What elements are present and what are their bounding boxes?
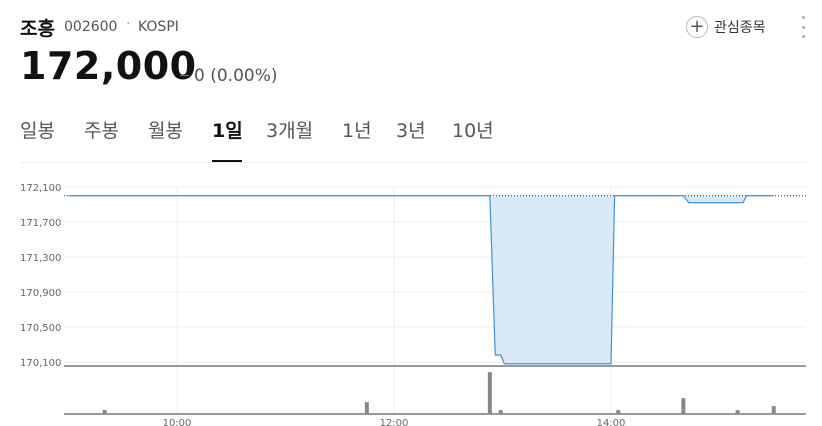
market-label: KOSPI bbox=[138, 19, 179, 35]
price-change: 0 (0.00%) bbox=[180, 66, 278, 86]
tab-3year[interactable]: 3년 bbox=[396, 116, 426, 143]
tab-1year[interactable]: 1년 bbox=[342, 116, 372, 143]
x-tick-label: 14:00 bbox=[597, 418, 626, 426]
price-chart[interactable]: 172,100 171,700 171,300 170,900 170,500 170,1… bbox=[0, 162, 822, 426]
tab-10year[interactable]: 10년 bbox=[452, 116, 494, 143]
flat-change-icon bbox=[180, 74, 189, 76]
volume-bar bbox=[616, 410, 621, 414]
y-tick-label: 170,100 bbox=[20, 358, 61, 369]
more-options-icon[interactable] bbox=[798, 16, 808, 38]
x-tick-label: 12:00 bbox=[380, 418, 409, 426]
volume-bar bbox=[487, 372, 492, 414]
volume-bar bbox=[364, 402, 369, 414]
volume-bar bbox=[102, 410, 107, 414]
y-tick-label: 171,300 bbox=[20, 253, 61, 264]
y-tick-label: 171,700 bbox=[20, 218, 61, 229]
current-price: 172,000 bbox=[20, 44, 197, 88]
volume-bar bbox=[681, 398, 686, 414]
add-watchlist-button[interactable]: + 관심종목 bbox=[686, 14, 766, 40]
tab-3month[interactable]: 3개월 bbox=[266, 116, 313, 143]
x-tick-label: 10:00 bbox=[163, 418, 192, 426]
tab-monthly[interactable]: 월봉 bbox=[148, 116, 183, 143]
watchlist-label: 관심종목 bbox=[714, 20, 766, 36]
tab-1day[interactable]: 1일 bbox=[212, 116, 243, 143]
price-change-value: 0 (0.00%) bbox=[194, 66, 278, 86]
stock-name: 조흥 bbox=[20, 18, 55, 40]
y-tick-label: 170,500 bbox=[20, 323, 61, 334]
stock-header: 조흥 002600 · KOSPI + 관심종목 bbox=[20, 12, 822, 44]
volume-bar bbox=[771, 406, 776, 414]
price-area-fill bbox=[68, 195, 774, 364]
tab-daily[interactable]: 일봉 bbox=[20, 116, 55, 143]
price-line bbox=[68, 195, 774, 365]
separator-dot: · bbox=[126, 16, 131, 32]
stock-code: 002600 bbox=[64, 19, 118, 35]
y-tick-label: 172,100 bbox=[20, 183, 61, 194]
volume-bar bbox=[498, 410, 503, 414]
plus-icon: + bbox=[686, 16, 708, 38]
volume-bar bbox=[735, 410, 740, 414]
y-tick-label: 170,900 bbox=[20, 288, 61, 299]
tab-weekly[interactable]: 주봉 bbox=[84, 116, 119, 143]
